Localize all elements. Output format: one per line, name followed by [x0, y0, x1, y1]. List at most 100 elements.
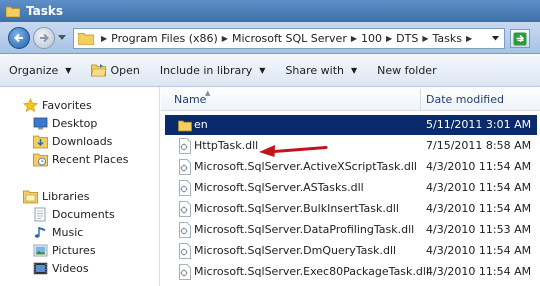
- nav-downloads[interactable]: Downloads: [32, 133, 112, 149]
- nav-videos[interactable]: Videos: [32, 260, 89, 276]
- file-row[interactable]: HttpTask.dll 7/15/2011 8:58 AM: [161, 136, 540, 156]
- file-date: 4/3/2010 11:54 AM: [426, 202, 532, 215]
- videos-icon: [33, 262, 47, 274]
- organize-label: Organize: [9, 63, 59, 77]
- navigation-pane: Favorites Desktop Downloads Recent Place…: [0, 87, 160, 286]
- column-header-name[interactable]: Name: [174, 93, 206, 106]
- refresh-button[interactable]: [510, 29, 530, 48]
- nav-documents[interactable]: Documents: [32, 206, 115, 222]
- nav-downloads-label: Downloads: [52, 134, 113, 148]
- address-dropdown-icon[interactable]: [492, 36, 499, 41]
- nav-desktop-label: Desktop: [52, 116, 98, 130]
- nav-pictures-label: Pictures: [52, 243, 96, 257]
- nav-libraries-label: Libraries: [42, 189, 90, 203]
- chevron-right-icon[interactable]: ▶: [101, 34, 107, 43]
- caret-down-icon: ▼: [65, 65, 72, 75]
- caret-down-icon: ▼: [351, 65, 358, 75]
- forward-button[interactable]: [33, 27, 55, 49]
- file-date: 4/3/2010 11:54 AM: [426, 181, 532, 194]
- breadcrumb-item[interactable]: DTS: [396, 32, 418, 45]
- chevron-right-icon[interactable]: ▶: [466, 34, 472, 43]
- include-in-library-button[interactable]: Include in library ▼: [160, 64, 266, 77]
- pictures-icon: [33, 244, 47, 256]
- organize-button[interactable]: Organize ▼: [9, 64, 71, 77]
- nav-documents-label: Documents: [52, 207, 115, 221]
- window-title: Tasks: [26, 4, 64, 18]
- open-folder-icon: [91, 64, 107, 77]
- folder-icon: [78, 33, 94, 45]
- chevron-right-icon[interactable]: ▶: [222, 34, 228, 43]
- nav-pictures[interactable]: Pictures: [32, 242, 96, 258]
- file-name: HttpTask.dll: [194, 139, 259, 152]
- file-name: Microsoft.SqlServer.DmQueryTask.dll: [194, 244, 397, 257]
- file-name: Microsoft.SqlServer.ActiveXScriptTask.dl…: [194, 160, 417, 173]
- downloads-folder-icon: [32, 135, 48, 148]
- documents-icon: [34, 207, 45, 221]
- file-row[interactable]: Microsoft.SqlServer.Exec80PackageTask.dl…: [161, 262, 540, 282]
- chevron-right-icon[interactable]: ▶: [351, 34, 357, 43]
- recent-places-icon: [32, 153, 48, 166]
- file-date: 7/15/2011 8:58 AM: [426, 139, 532, 152]
- file-name: Microsoft.SqlServer.Exec80PackageTask.dl…: [194, 265, 429, 278]
- column-header-row: Name ▲ Date modified: [161, 87, 540, 111]
- file-date: 4/3/2010 11:54 AM: [426, 244, 532, 257]
- folder-icon: [178, 120, 192, 132]
- nav-favorites[interactable]: Favorites: [22, 97, 92, 113]
- dll-file-icon: [179, 264, 191, 280]
- open-button[interactable]: Open: [91, 63, 140, 77]
- dll-file-icon: [179, 138, 191, 154]
- nav-recent-places[interactable]: Recent Places: [32, 151, 129, 167]
- dll-file-icon: [179, 180, 191, 196]
- libraries-icon: [22, 190, 38, 203]
- dll-file-icon: [179, 201, 191, 217]
- file-date: 4/3/2010 11:54 AM: [426, 160, 532, 173]
- new-folder-button[interactable]: New folder: [377, 64, 436, 77]
- file-name: Microsoft.SqlServer.BulkInsertTask.dll: [194, 202, 399, 215]
- nav-libraries[interactable]: Libraries: [22, 188, 90, 204]
- nav-desktop[interactable]: Desktop: [32, 115, 97, 131]
- file-name: Microsoft.SqlServer.DataProfilingTask.dl…: [194, 223, 415, 236]
- dll-file-icon: [179, 243, 191, 259]
- title-bar: Tasks: [0, 0, 540, 22]
- include-in-library-label: Include in library: [159, 63, 253, 77]
- file-date: 5/11/2011 3:01 AM: [426, 118, 532, 131]
- column-divider[interactable]: [420, 89, 421, 109]
- breadcrumb-item[interactable]: Program Files (x86): [111, 32, 218, 45]
- file-row[interactable]: Microsoft.SqlServer.ASTasks.dll 4/3/2010…: [161, 178, 540, 198]
- back-arrow-icon: [14, 33, 23, 43]
- file-date: 4/3/2010 11:54 AM: [426, 265, 532, 278]
- open-label: Open: [110, 63, 140, 77]
- nav-favorites-label: Favorites: [42, 98, 92, 112]
- caret-down-icon: ▼: [259, 65, 266, 75]
- address-bar[interactable]: ▶ Program Files (x86) ▶ Microsoft SQL Se…: [73, 28, 505, 49]
- sort-ascending-icon: ▲: [205, 89, 211, 97]
- file-row[interactable]: Microsoft.SqlServer.DataProfilingTask.dl…: [161, 220, 540, 240]
- file-name: Microsoft.SqlServer.ASTasks.dll: [194, 181, 364, 194]
- refresh-icon: [513, 32, 527, 45]
- address-bar-row: ▶ Program Files (x86) ▶ Microsoft SQL Se…: [0, 22, 540, 54]
- dll-file-icon: [179, 222, 191, 238]
- file-name: en: [194, 118, 208, 131]
- breadcrumb-item[interactable]: Microsoft SQL Server: [232, 32, 347, 45]
- nav-music-label: Music: [52, 225, 84, 239]
- file-row[interactable]: en 5/11/2011 3:01 AM: [165, 115, 537, 135]
- file-list: Name ▲ Date modified en 5/11/2011 3:01 A…: [161, 87, 540, 286]
- breadcrumb-item[interactable]: Tasks: [433, 32, 462, 45]
- nav-music[interactable]: Music: [32, 224, 83, 240]
- breadcrumb-item[interactable]: 100: [361, 32, 382, 45]
- music-icon: [34, 226, 45, 238]
- forward-arrow-icon: [40, 33, 49, 43]
- file-row[interactable]: Microsoft.SqlServer.DmQueryTask.dll 4/3/…: [161, 241, 540, 261]
- chevron-right-icon[interactable]: ▶: [422, 34, 428, 43]
- file-date: 4/3/2010 11:53 AM: [426, 223, 532, 236]
- back-button[interactable]: [8, 27, 30, 49]
- share-with-button[interactable]: Share with ▼: [285, 64, 357, 77]
- nav-videos-label: Videos: [52, 261, 89, 275]
- column-header-date-modified[interactable]: Date modified: [426, 93, 504, 106]
- chevron-right-icon[interactable]: ▶: [386, 34, 392, 43]
- desktop-icon: [33, 117, 47, 129]
- star-icon: [22, 97, 38, 112]
- history-dropdown-icon[interactable]: [58, 35, 66, 41]
- file-row[interactable]: Microsoft.SqlServer.BulkInsertTask.dll 4…: [161, 199, 540, 219]
- file-row[interactable]: Microsoft.SqlServer.ActiveXScriptTask.dl…: [161, 157, 540, 177]
